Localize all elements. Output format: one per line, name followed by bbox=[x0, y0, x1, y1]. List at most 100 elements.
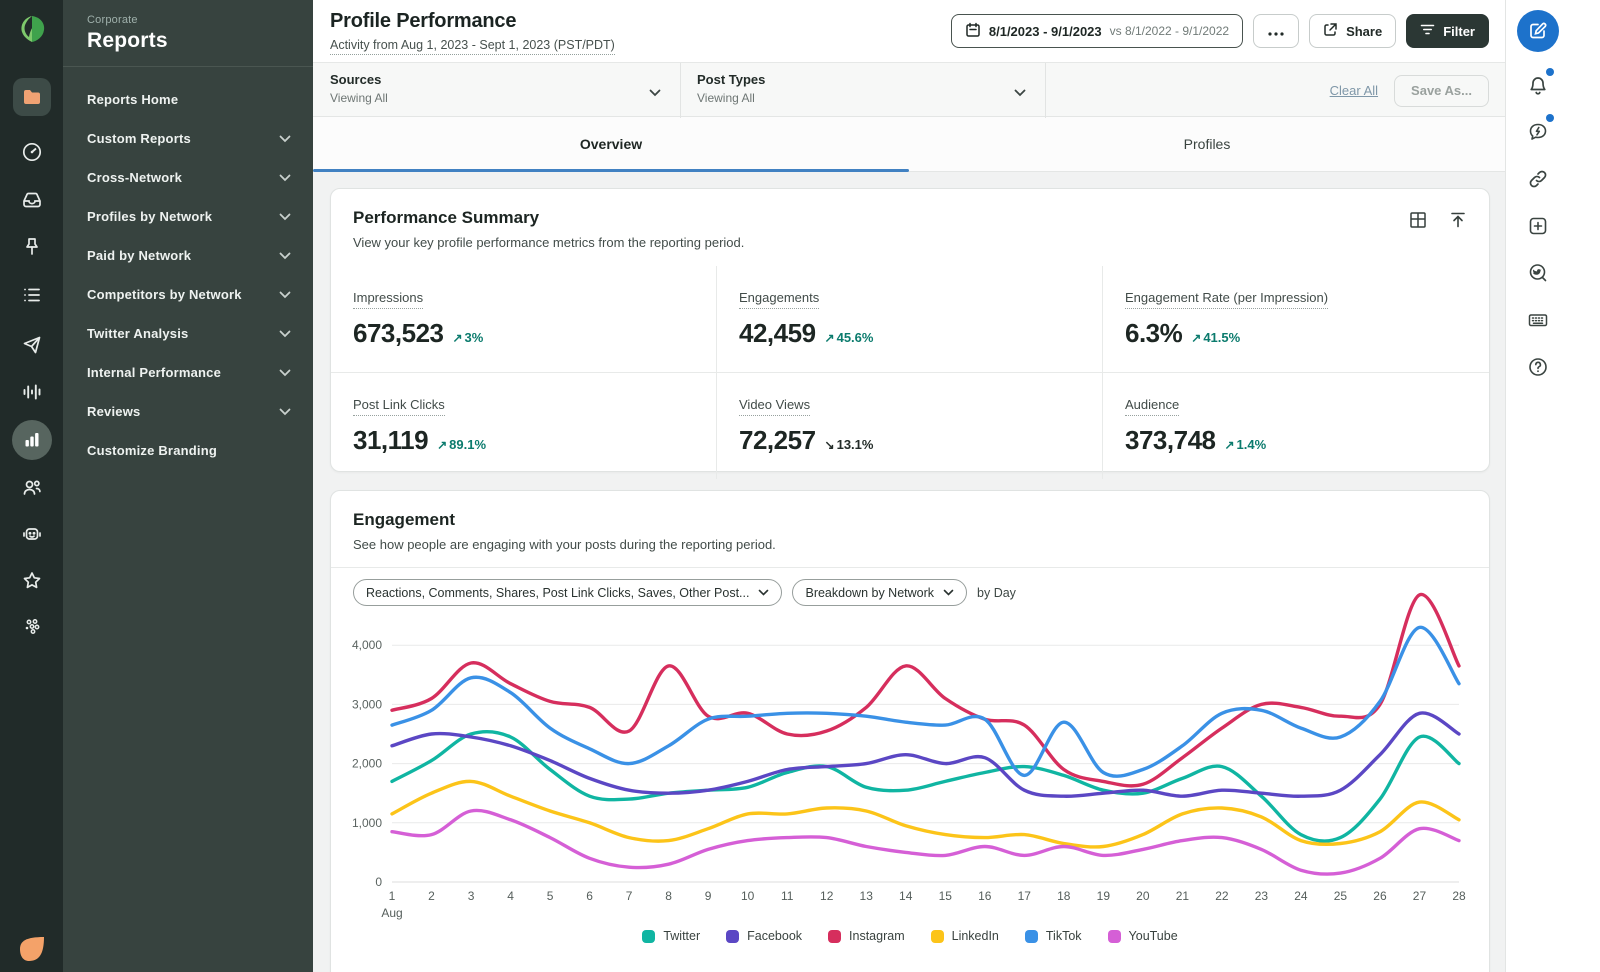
tab-overview-label: Overview bbox=[579, 136, 643, 152]
metric-label[interactable]: Engagements bbox=[739, 290, 820, 309]
sprout-logo-icon[interactable] bbox=[13, 11, 51, 49]
x-axis-tick: 13 bbox=[860, 889, 874, 903]
chevron-down-icon bbox=[279, 213, 291, 220]
sidebar-item-label: Custom Reports bbox=[87, 131, 191, 146]
y-axis-tick: 2,000 bbox=[352, 757, 382, 771]
bar-chart-icon[interactable] bbox=[11, 420, 52, 460]
profile-leaf-icon[interactable] bbox=[13, 930, 51, 968]
legend-label: LinkedIn bbox=[951, 929, 999, 943]
more-actions-button[interactable] bbox=[1253, 14, 1300, 48]
legend-item-twitter[interactable]: Twitter bbox=[642, 929, 700, 943]
sidebar-item-competitors-by-network[interactable]: Competitors by Network bbox=[63, 275, 313, 314]
sources-filter[interactable]: Sources Viewing All bbox=[330, 72, 388, 105]
bot-icon[interactable] bbox=[13, 515, 51, 553]
x-axis-tick: 17 bbox=[1018, 889, 1032, 903]
legend-label: Facebook bbox=[747, 929, 803, 943]
x-axis-tick: 23 bbox=[1255, 889, 1269, 903]
x-axis-month-label: Aug bbox=[381, 906, 402, 920]
notification-dot bbox=[1546, 68, 1554, 76]
tab-profiles[interactable]: Profiles bbox=[909, 117, 1505, 171]
date-range-button[interactable]: 8/1/2023 - 9/1/2023 vs 8/1/2022 - 9/1/20… bbox=[950, 14, 1244, 48]
report-tabs: Overview Profiles bbox=[313, 117, 1505, 172]
legend-item-tiktok[interactable]: TikTok bbox=[1024, 929, 1082, 943]
help-icon[interactable] bbox=[1516, 345, 1560, 389]
engagement-description: See how people are engaging with your po… bbox=[353, 537, 776, 552]
sidebar-item-label: Customize Branding bbox=[87, 443, 217, 458]
sources-label: Sources bbox=[330, 72, 382, 87]
x-axis-tick: 15 bbox=[939, 889, 953, 903]
x-axis-tick: 16 bbox=[978, 889, 992, 903]
sidebar-eyebrow: Corporate bbox=[87, 14, 138, 26]
metric-value: 673,523 bbox=[353, 318, 444, 348]
legend-item-facebook[interactable]: Facebook bbox=[726, 929, 802, 943]
trend-up-icon: ↗ bbox=[437, 438, 448, 452]
sidebar-item-reviews[interactable]: Reviews bbox=[63, 392, 313, 431]
metrics-grid: Impressions 673,523 ↗ 3% Engagements 42,459 ↗ 4… bbox=[331, 266, 1489, 479]
share-button[interactable]: Share bbox=[1309, 14, 1397, 48]
sidebar-item-custom-reports[interactable]: Custom Reports bbox=[63, 119, 313, 158]
trend-down-icon: ↘ bbox=[824, 438, 835, 452]
gauge-icon[interactable] bbox=[13, 133, 51, 171]
sidebar-item-reports-home[interactable]: Reports Home bbox=[63, 80, 313, 119]
inbox-icon[interactable] bbox=[13, 181, 51, 219]
x-axis-tick: 8 bbox=[665, 889, 672, 903]
x-axis-tick: 21 bbox=[1176, 889, 1190, 903]
legend-item-youtube[interactable]: YouTube bbox=[1107, 929, 1178, 943]
apps-icon[interactable] bbox=[13, 608, 51, 646]
divider bbox=[1045, 63, 1046, 118]
sidebar-item-twitter-analysis[interactable]: Twitter Analysis bbox=[63, 314, 313, 353]
sidebar-item-customize-branding[interactable]: Customize Branding bbox=[63, 431, 313, 470]
add-square-icon[interactable] bbox=[1516, 204, 1560, 248]
y-axis-tick: 3,000 bbox=[352, 697, 382, 711]
metric-value: 42,459 bbox=[739, 318, 816, 348]
post-types-filter[interactable]: Post Types Viewing All bbox=[697, 72, 765, 105]
tab-overview[interactable]: Overview bbox=[313, 117, 909, 172]
sidebar-item-cross-network[interactable]: Cross-Network bbox=[63, 158, 313, 197]
metric-label[interactable]: Video Views bbox=[739, 397, 811, 416]
chevron-down-icon bbox=[279, 369, 291, 376]
sidebar-item-internal-performance[interactable]: Internal Performance bbox=[63, 353, 313, 392]
metric-label[interactable]: Audience bbox=[1125, 397, 1180, 416]
pin-icon[interactable] bbox=[13, 228, 51, 266]
clear-all-link[interactable]: Clear All bbox=[1330, 83, 1378, 98]
send-icon[interactable] bbox=[13, 326, 51, 364]
metric-label[interactable]: Impressions bbox=[353, 290, 424, 309]
save-as-button[interactable]: Save As... bbox=[1394, 74, 1489, 107]
metric-label[interactable]: Engagement Rate (per Impression) bbox=[1125, 290, 1329, 309]
export-icon[interactable] bbox=[1449, 211, 1467, 234]
legend-item-linkedin[interactable]: LinkedIn bbox=[930, 929, 999, 943]
x-axis-tick: 28 bbox=[1452, 889, 1466, 903]
metric-label[interactable]: Post Link Clicks bbox=[353, 397, 445, 416]
x-axis-tick: 7 bbox=[626, 889, 633, 903]
list-icon[interactable] bbox=[13, 276, 51, 314]
x-axis-tick: 20 bbox=[1136, 889, 1150, 903]
trend-up-icon: ↗ bbox=[824, 331, 835, 345]
reports-folder-icon[interactable] bbox=[12, 78, 51, 116]
chevron-down-icon bbox=[279, 174, 291, 181]
table-view-icon[interactable] bbox=[1409, 211, 1427, 234]
x-axis-tick: 4 bbox=[507, 889, 514, 903]
legend-swatch bbox=[828, 929, 842, 943]
legend-item-instagram[interactable]: Instagram bbox=[828, 929, 905, 943]
filter-button[interactable]: Filter bbox=[1406, 14, 1489, 48]
link-icon[interactable] bbox=[1516, 157, 1560, 201]
metric-change: ↗ 45.6% bbox=[824, 330, 874, 345]
people-icon[interactable] bbox=[13, 469, 51, 507]
compose-button[interactable] bbox=[1517, 10, 1559, 52]
left-icon-rail bbox=[0, 0, 63, 972]
notifications-bell-icon[interactable] bbox=[1516, 64, 1560, 108]
sidebar-item-paid-by-network[interactable]: Paid by Network bbox=[63, 236, 313, 275]
waveform-icon[interactable] bbox=[13, 373, 51, 411]
post-types-label: Post Types bbox=[697, 72, 766, 87]
engagement-card: Engagement See how people are engaging w… bbox=[330, 490, 1490, 972]
sidebar-item-label: Twitter Analysis bbox=[87, 326, 189, 341]
sidebar-title: Reports bbox=[87, 29, 168, 52]
metric-audience: Audience 373,748 ↗ 1.4% bbox=[1103, 372, 1489, 479]
star-icon[interactable] bbox=[13, 562, 51, 600]
twitter-search-icon[interactable] bbox=[1516, 251, 1560, 295]
quick-actions-icon[interactable] bbox=[1516, 110, 1560, 154]
page-subtitle[interactable]: Activity from Aug 1, 2023 - Sept 1, 2023… bbox=[330, 38, 615, 55]
active-tab-underline bbox=[313, 169, 909, 172]
sidebar-item-profiles-by-network[interactable]: Profiles by Network bbox=[63, 197, 313, 236]
keyboard-icon[interactable] bbox=[1516, 298, 1560, 342]
